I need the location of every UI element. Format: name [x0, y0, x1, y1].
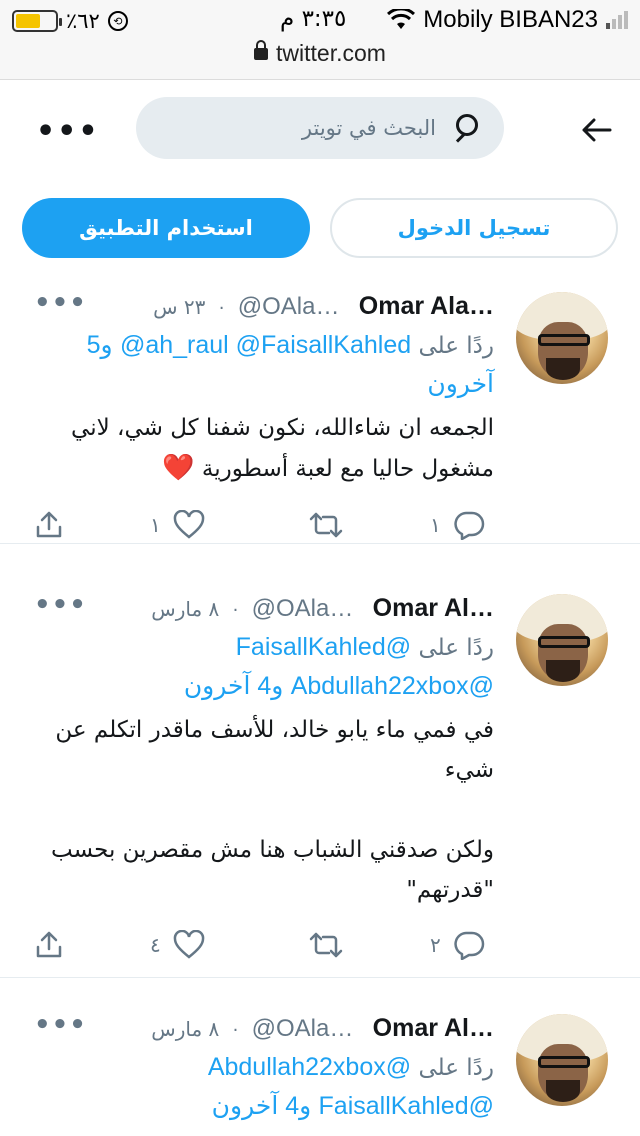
status-bar: ٪٦٢ ⟲ ٣:٣٥ م Mobily BIBAN23 twitter.com	[0, 0, 640, 80]
share-button[interactable]	[34, 510, 64, 540]
reply-icon	[454, 511, 484, 540]
mention-link[interactable]: @FaisallKahled	[236, 633, 411, 661]
mention-link[interactable]: @Abdullah22xbox	[208, 1053, 411, 1081]
retweet-button[interactable]	[308, 930, 344, 960]
tweet-time[interactable]: ٨ مارس	[151, 1017, 219, 1041]
search-box[interactable]	[136, 97, 504, 159]
clock: ٣:٣٥ م	[280, 6, 347, 32]
tweet-more-button[interactable]: •••	[34, 1010, 87, 1040]
like-button[interactable]: ١	[150, 510, 205, 540]
author-name[interactable]: Omar Ala…	[359, 292, 494, 321]
url-bar[interactable]: twitter.com	[0, 40, 640, 67]
tweet-more-button[interactable]: •••	[34, 590, 87, 620]
author-handle: @OAla…	[237, 293, 340, 320]
heart-icon	[173, 510, 205, 539]
battery-indicator: ٪٦٢ ⟲	[12, 9, 128, 33]
tweet[interactable]: Omar Ala… @OAla… · ٢٣ س ••• ردًا على @ah…	[0, 272, 640, 544]
carrier-area: Mobily BIBAN23	[387, 6, 628, 34]
back-arrow-icon[interactable]	[576, 110, 616, 150]
avatar[interactable]	[516, 594, 608, 686]
mention-links[interactable]: @ah_raul @FaisallKahled	[120, 326, 411, 364]
share-icon	[36, 931, 62, 958]
search-icon	[450, 114, 478, 143]
use-app-button[interactable]: استخدام التطبيق	[22, 198, 310, 258]
like-button[interactable]: ٤	[150, 930, 205, 960]
tweet-text: في فمي ماء يابو خالد، للأسف ماقدر اتكلم …	[51, 717, 494, 903]
url-text: twitter.com	[276, 40, 386, 66]
auth-buttons: استخدام التطبيق تسجيل الدخول	[0, 198, 640, 258]
lock-icon	[254, 40, 269, 60]
tweet-more-button[interactable]: •••	[34, 288, 87, 318]
tweet-text-line: مشغول حاليا مع لعبة أسطورية	[201, 456, 494, 482]
tweet-text-line: الجمعه ان شاءالله، نكون شفنا كل شي، لاني	[71, 415, 494, 441]
reply-prefix: ردًا على	[418, 1055, 494, 1081]
tweet-text: الجمعه ان شاءالله، نكون شفنا كل شي، لاني…	[34, 408, 494, 489]
avatar[interactable]	[516, 1014, 608, 1106]
like-count: ١	[150, 513, 161, 537]
tweet[interactable]: Omar Al… @OAla… · ٨ مارس ••• ردًا على @F…	[0, 574, 640, 978]
top-header: •••	[0, 80, 640, 180]
reply-context: ردًا على @ah_raul @FaisallKahled و5 آخرو…	[34, 326, 494, 404]
like-count: ٤	[150, 933, 161, 957]
author-name[interactable]: Omar Al…	[373, 1014, 494, 1043]
wifi-icon	[387, 9, 416, 29]
share-button[interactable]	[34, 930, 64, 960]
author-handle: @OAla…	[251, 1015, 354, 1042]
retweet-icon	[309, 932, 343, 958]
reply-prefix: ردًا على	[418, 333, 494, 359]
retweet-button[interactable]	[308, 510, 344, 540]
avatar[interactable]	[516, 292, 608, 384]
heart-icon	[173, 930, 205, 959]
tweet-time[interactable]: ٢٣ س	[153, 295, 205, 319]
mention-link[interactable]: @FaisallKahled	[319, 1092, 494, 1120]
reply-context: ردًا على @FaisallKahled @Abdullah22xbox …	[34, 628, 494, 706]
login-button[interactable]: تسجيل الدخول	[330, 198, 618, 258]
separator-dot: ·	[232, 1020, 239, 1041]
reply-button[interactable]: ٢	[430, 930, 485, 960]
search-input[interactable]	[196, 116, 436, 140]
others-link[interactable]: و4 آخرون	[184, 672, 284, 700]
battery-percent: ٪٦٢	[66, 9, 100, 33]
battery-icon	[12, 10, 62, 32]
more-menu-button[interactable]: •••	[36, 114, 100, 149]
tweet-time[interactable]: ٨ مارس	[151, 597, 219, 621]
carrier-name: Mobily BIBAN23	[423, 6, 598, 33]
mention-link[interactable]: @Abdullah22xbox	[291, 672, 494, 700]
author-name[interactable]: Omar Al…	[373, 594, 494, 623]
reply-count: ٢	[430, 933, 441, 957]
share-icon	[36, 511, 62, 538]
reply-button[interactable]: ١	[430, 510, 485, 540]
author-handle: @OAla…	[251, 595, 354, 622]
others-link[interactable]: و4 آخرون	[212, 1092, 312, 1120]
retweet-icon	[309, 512, 343, 538]
reply-prefix: ردًا على	[418, 635, 494, 661]
tweet[interactable]: Omar Al… @OAla… · ٨ مارس ••• ردًا على @A…	[0, 994, 640, 1136]
rotation-lock-icon: ⟲	[107, 11, 128, 31]
reply-context: ردًا على @Abdullah22xbox @FaisallKahled …	[34, 1048, 494, 1126]
red-heart-emoji: ❤️	[162, 453, 195, 483]
separator-dot: ·	[232, 600, 239, 621]
signal-icon	[606, 11, 628, 29]
reply-icon	[454, 931, 484, 960]
reply-count: ١	[430, 513, 441, 537]
separator-dot: ·	[218, 298, 225, 319]
